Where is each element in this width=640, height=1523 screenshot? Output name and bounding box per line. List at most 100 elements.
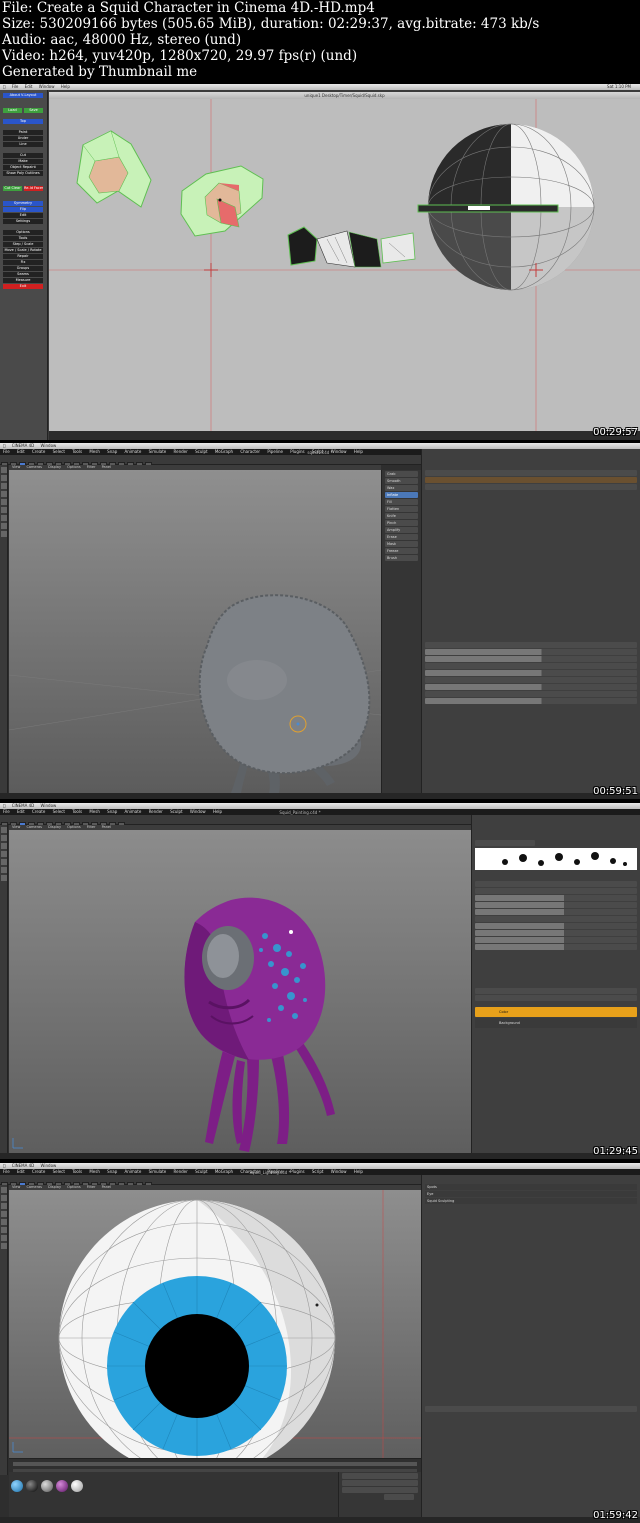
polygons-mode-icon[interactable] <box>1 1219 7 1225</box>
uv-island-hex-1[interactable] <box>76 130 152 208</box>
edges-mode-icon[interactable] <box>1 1211 7 1217</box>
workplane-icon[interactable] <box>1 523 7 529</box>
material-swatch-grey[interactable] <box>41 1480 53 1492</box>
workplane-icon[interactable] <box>1 1243 7 1249</box>
mac-menu-window[interactable]: Window <box>41 1163 57 1168</box>
tool-brush[interactable]: Brush <box>385 555 418 561</box>
groups-button[interactable]: Groups <box>3 266 43 271</box>
object-row-spots[interactable]: Spots <box>425 1184 637 1190</box>
viewport-menu-view[interactable]: View <box>12 465 20 469</box>
pressure-slider[interactable] <box>425 656 637 662</box>
layer-color[interactable]: Color <box>475 1007 637 1017</box>
brush-tabs[interactable] <box>475 840 535 846</box>
apply-button[interactable] <box>384 1494 414 1500</box>
re-id-faces-button[interactable]: Re-Id Faces <box>24 186 43 191</box>
viewport-menu-display[interactable]: Display <box>48 465 61 469</box>
menu-mesh[interactable]: Mesh <box>89 1169 100 1174</box>
cut-button[interactable]: Cut <box>3 153 43 158</box>
menu-file[interactable]: File <box>3 809 10 814</box>
apple-icon[interactable]:  <box>3 803 5 808</box>
menu-animate[interactable]: Animate <box>125 1169 142 1174</box>
menu-select[interactable]: Select <box>53 449 65 454</box>
seams-button[interactable]: Seams <box>3 272 43 277</box>
viewport-menu-filter[interactable]: Filter <box>87 825 96 829</box>
points-mode-icon[interactable] <box>1 1203 7 1209</box>
polygons-mode-icon[interactable] <box>1 499 7 505</box>
tool-wax[interactable]: Wax <box>385 485 418 491</box>
line-button[interactable]: Line <box>3 142 43 147</box>
material-swatch-blue[interactable] <box>11 1480 23 1492</box>
viewport-menu-cameras[interactable]: Cameras <box>26 465 42 469</box>
tool-inflate[interactable]: Inflate <box>385 492 418 498</box>
perspective-viewport[interactable] <box>9 830 471 1153</box>
menu-render[interactable]: Render <box>174 449 188 454</box>
menu-file[interactable]: File <box>3 449 10 454</box>
symmetry-button[interactable]: Symmetry <box>3 201 43 206</box>
menu-tools[interactable]: Tools <box>72 1169 82 1174</box>
menu-animate[interactable]: Animate <box>125 449 142 454</box>
spacing-slider[interactable] <box>425 684 637 690</box>
viewport-menu-options[interactable]: Options <box>67 1185 81 1189</box>
polygons-mode-icon[interactable] <box>1 859 7 865</box>
object-mode-icon[interactable] <box>1 1195 7 1201</box>
edit-button[interactable]: Edit <box>3 213 43 218</box>
tool-pinch[interactable]: Pinch <box>385 520 418 526</box>
menu-tools[interactable]: Tools <box>72 449 82 454</box>
snap-icon[interactable] <box>1 515 7 521</box>
tool-freeze[interactable]: Freeze <box>385 548 418 554</box>
model-mode-icon[interactable] <box>1 827 7 833</box>
viewport-menu-display[interactable]: Display <box>48 825 61 829</box>
layers-tabs[interactable] <box>475 988 637 994</box>
coord-row[interactable] <box>342 1473 418 1479</box>
uv-viewport[interactable] <box>49 99 640 431</box>
viewport-menu-filter[interactable]: Filter <box>87 1185 96 1189</box>
material-swatch-white[interactable] <box>71 1480 83 1492</box>
selected-layer-row[interactable] <box>425 477 637 483</box>
model-mode-icon[interactable] <box>1 467 7 473</box>
mac-menu-window[interactable]: Window <box>41 803 57 808</box>
move-scale-rotate-button[interactable]: Move / Scale / Rotate <box>3 248 43 253</box>
viewport-menu-options[interactable]: Options <box>67 465 81 469</box>
coord-row[interactable] <box>342 1480 418 1486</box>
object-row-squid-sculpting[interactable]: Squid Sculpting <box>425 1198 637 1204</box>
menu-edit[interactable]: Edit <box>17 1169 25 1174</box>
menu-mesh[interactable]: Mesh <box>89 449 100 454</box>
menu-simulate[interactable]: Simulate <box>149 449 167 454</box>
tool-erase[interactable]: Erase <box>385 534 418 540</box>
repair-button[interactable]: Repair <box>3 254 43 259</box>
timeline[interactable] <box>9 1458 421 1472</box>
size-slider[interactable] <box>425 649 637 655</box>
menu-create[interactable]: Create <box>32 1169 45 1174</box>
size-slider[interactable] <box>475 895 637 901</box>
brush-preview[interactable] <box>475 848 637 870</box>
edges-mode-icon[interactable] <box>1 491 7 497</box>
viewport-menu-panel[interactable]: Panel <box>102 1185 111 1189</box>
uv-island-strip[interactable] <box>287 226 416 268</box>
save-button[interactable]: Save <box>24 108 43 113</box>
material-swatch-black[interactable] <box>26 1480 38 1492</box>
mac-menu-window[interactable]: Window <box>39 84 55 89</box>
stamp-slider[interactable] <box>425 698 637 704</box>
tool-knife[interactable]: Knife <box>385 513 418 519</box>
apple-icon[interactable]:  <box>3 84 5 89</box>
snap-icon[interactable] <box>1 875 7 881</box>
mac-menu-help[interactable]: Help <box>61 84 70 89</box>
menu-select[interactable]: Select <box>53 809 65 814</box>
attribute-tabs[interactable] <box>425 642 637 648</box>
menu-snap[interactable]: Snap <box>107 809 117 814</box>
tools-button[interactable]: Tools <box>3 236 43 241</box>
apple-icon[interactable]:  <box>3 443 5 448</box>
uv-island-sphere[interactable] <box>417 123 595 291</box>
viewport-menu-cameras[interactable]: Cameras <box>26 825 42 829</box>
uv-mode-icon[interactable] <box>1 507 7 513</box>
uv-island-hex-2[interactable] <box>180 165 264 237</box>
opacity-slider[interactable] <box>475 930 637 936</box>
menu-create[interactable]: Create <box>32 809 45 814</box>
under-button[interactable]: Under <box>3 136 43 141</box>
app-menu-name[interactable]: CINEMA 4D <box>12 443 35 448</box>
step-scale-button[interactable]: Step / Scale <box>3 242 43 247</box>
paint-button[interactable]: Paint <box>3 130 43 135</box>
uv-mode-icon[interactable] <box>1 1227 7 1233</box>
blend-slider[interactable] <box>475 944 637 950</box>
object-repaint-button[interactable]: Object Repaint <box>3 165 43 170</box>
